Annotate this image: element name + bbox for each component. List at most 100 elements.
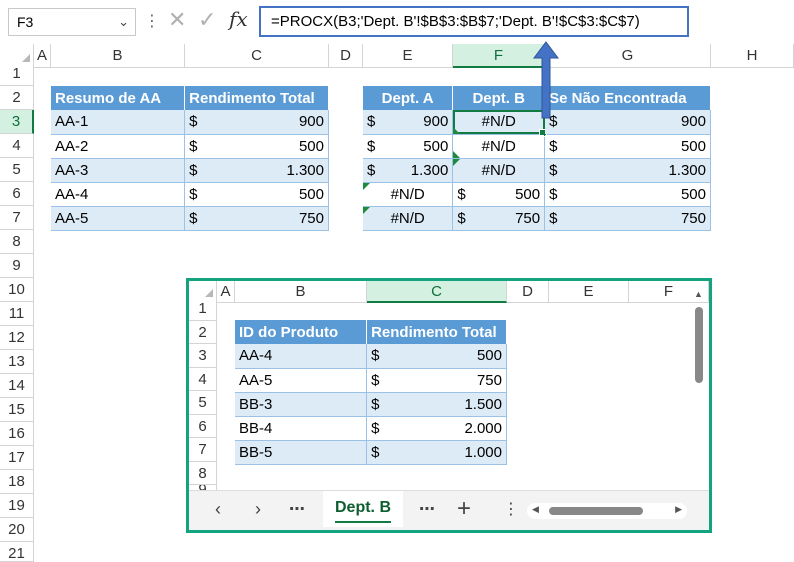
cell-revenue[interactable]: $900 xyxy=(184,110,329,135)
cell-id[interactable]: AA-4 xyxy=(235,344,368,369)
column-header-c[interactable]: C xyxy=(185,44,329,68)
cell-id[interactable]: BB-3 xyxy=(235,392,368,417)
inset-row-header-4[interactable]: 4 xyxy=(189,367,217,391)
cell-revenue[interactable]: $1.300 xyxy=(184,158,329,183)
name-box[interactable]: F3 ⌄ xyxy=(8,8,136,36)
cell-dept-a[interactable]: #N/D xyxy=(363,206,454,231)
cell-dept-a[interactable]: $1.300 xyxy=(363,158,454,183)
function-icon[interactable]: fx xyxy=(229,7,248,31)
cell-id[interactable]: AA-4 xyxy=(51,182,186,207)
vertical-scroll-thumb[interactable] xyxy=(695,307,703,383)
chevron-right-icon[interactable]: › xyxy=(255,499,261,520)
cell-dept-b[interactable]: $750 xyxy=(452,206,546,231)
row-header-3[interactable]: 3 xyxy=(0,110,34,134)
row-header-12[interactable]: 12 xyxy=(0,326,34,350)
row-header-11[interactable]: 11 xyxy=(0,302,34,326)
product-header-id[interactable]: ID do Produto xyxy=(235,320,368,344)
row-header-14[interactable]: 14 xyxy=(0,374,34,398)
cell-dept-a[interactable]: $900 xyxy=(363,110,454,135)
column-header-b[interactable]: B xyxy=(51,44,185,68)
dept-header-fallback[interactable]: Se Não Encontrada xyxy=(544,86,711,110)
scroll-up-icon[interactable]: ▲ xyxy=(694,289,703,299)
cell-revenue[interactable]: $500 xyxy=(184,182,329,207)
dept-header-a[interactable]: Dept. A xyxy=(363,86,454,110)
chevron-left-icon[interactable]: ‹ xyxy=(215,499,221,520)
column-header-a[interactable]: A xyxy=(34,44,51,68)
cell-fallback[interactable]: $900 xyxy=(544,110,711,135)
cell-dept-a[interactable]: $500 xyxy=(363,134,454,159)
vertical-dots-icon[interactable]: ⋮ xyxy=(503,499,519,519)
cell-id[interactable]: AA-2 xyxy=(51,134,186,159)
sheet-tab-dept-b[interactable]: Dept. B xyxy=(323,491,403,527)
cell-dept-b[interactable]: $500 xyxy=(452,182,546,207)
check-icon[interactable]: ✓ xyxy=(198,7,216,33)
cell-revenue[interactable]: $500 xyxy=(184,134,329,159)
row-header-15[interactable]: 15 xyxy=(0,398,34,422)
summary-header-id[interactable]: Resumo de AA xyxy=(51,86,186,110)
inset-column-header-a[interactable]: A xyxy=(217,281,235,303)
cell-fallback[interactable]: $500 xyxy=(544,134,711,159)
inset-column-header-e[interactable]: E xyxy=(549,281,629,303)
product-header-revenue[interactable]: Rendimento Total xyxy=(366,320,507,344)
cell-revenue[interactable]: $500 xyxy=(366,344,507,369)
row-header-7[interactable]: 7 xyxy=(0,206,34,230)
cell-revenue[interactable]: $750 xyxy=(184,206,329,231)
inset-row-header-8[interactable]: 8 xyxy=(189,461,217,485)
row-header-10[interactable]: 10 xyxy=(0,278,34,302)
column-header-g[interactable]: G xyxy=(545,44,711,68)
inset-column-header-d[interactable]: D xyxy=(507,281,549,303)
cell-revenue[interactable]: $1.500 xyxy=(366,392,507,417)
chevron-down-icon[interactable]: ⌄ xyxy=(118,9,129,35)
cell-id[interactable]: AA-1 xyxy=(51,110,186,135)
more-sheets-right-icon[interactable]: ⋯ xyxy=(419,499,435,519)
cell-dept-a[interactable]: #N/D xyxy=(363,182,454,207)
formula-input[interactable]: =PROCX(B3;'Dept. B'!$B$3:$B$7;'Dept. B'!… xyxy=(259,6,689,37)
row-header-17[interactable]: 17 xyxy=(0,446,34,470)
column-header-d[interactable]: D xyxy=(329,44,363,68)
cell-revenue[interactable]: $2.000 xyxy=(366,416,507,441)
scroll-left-icon[interactable]: ◀ xyxy=(532,504,539,515)
row-header-2[interactable]: 2 xyxy=(0,86,34,110)
row-header-9[interactable]: 9 xyxy=(0,254,34,278)
row-header-5[interactable]: 5 xyxy=(0,158,34,182)
row-header-18[interactable]: 18 xyxy=(0,470,34,494)
row-header-13[interactable]: 13 xyxy=(0,350,34,374)
inset-row-header-7[interactable]: 7 xyxy=(189,438,217,462)
cell-dept-b[interactable]: #N/D xyxy=(452,158,546,183)
row-header-21[interactable]: 21 xyxy=(0,542,34,562)
inset-row-header-2[interactable]: 2 xyxy=(189,320,217,344)
inset-row-header-6[interactable]: 6 xyxy=(189,414,217,438)
cell-fallback[interactable]: $500 xyxy=(544,182,711,207)
column-header-e[interactable]: E xyxy=(363,44,453,68)
inset-column-header-b[interactable]: B xyxy=(235,281,367,303)
cell-id[interactable]: AA-5 xyxy=(51,206,186,231)
row-header-20[interactable]: 20 xyxy=(0,518,34,542)
cancel-icon[interactable]: ✕ xyxy=(168,7,186,33)
row-header-8[interactable]: 8 xyxy=(0,230,34,254)
cell-revenue[interactable]: $1.000 xyxy=(366,440,507,465)
column-header-h[interactable]: H xyxy=(711,44,794,68)
horizontal-scroll-thumb[interactable] xyxy=(549,507,643,515)
cell-fallback[interactable]: $750 xyxy=(544,206,711,231)
cell-id[interactable]: AA-3 xyxy=(51,158,186,183)
add-sheet-icon[interactable]: + xyxy=(457,495,471,523)
row-header-1[interactable]: 1 xyxy=(0,62,34,86)
row-header-6[interactable]: 6 xyxy=(0,182,34,206)
more-sheets-left-icon[interactable]: ⋯ xyxy=(289,499,305,519)
cell-fallback[interactable]: $1.300 xyxy=(544,158,711,183)
row-header-16[interactable]: 16 xyxy=(0,422,34,446)
row-header-4[interactable]: 4 xyxy=(0,134,34,158)
vertical-scrollbar[interactable]: ▲ ▼ xyxy=(693,289,705,499)
row-header-19[interactable]: 19 xyxy=(0,494,34,518)
cell-id[interactable]: AA-5 xyxy=(235,368,368,393)
inset-column-header-c[interactable]: C xyxy=(367,281,507,303)
inset-row-header-5[interactable]: 5 xyxy=(189,391,217,415)
inset-row-header-1[interactable]: 1 xyxy=(189,297,217,321)
horizontal-scrollbar[interactable]: ◀ ▶ xyxy=(527,503,687,519)
inset-row-header-3[interactable]: 3 xyxy=(189,344,217,368)
scroll-right-icon[interactable]: ▶ xyxy=(675,504,682,515)
cell-dept-b[interactable]: #N/D xyxy=(452,134,546,159)
cell-id[interactable]: BB-4 xyxy=(235,416,368,441)
summary-header-revenue[interactable]: Rendimento Total xyxy=(184,86,329,110)
vertical-dots-icon[interactable]: ⋮ xyxy=(144,8,160,36)
